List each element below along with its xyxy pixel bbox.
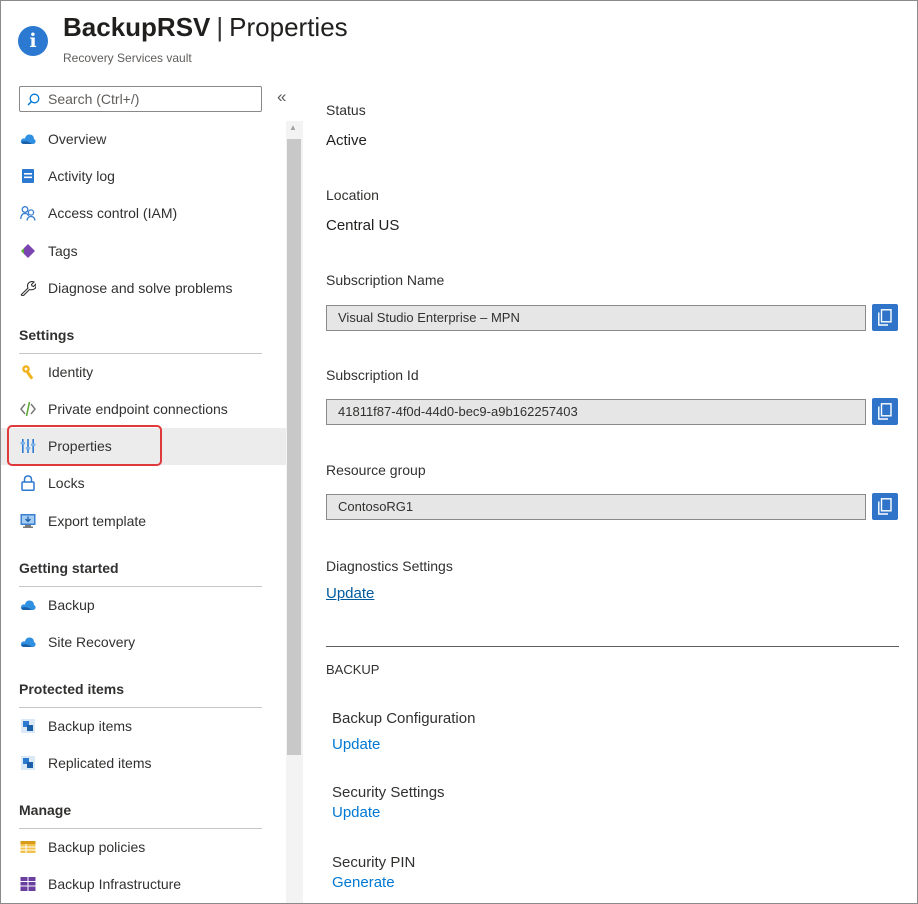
sidebar-item-tags[interactable]: Tags — [1, 233, 286, 270]
location-label: Location — [326, 187, 379, 203]
sidebar-item-backup-items[interactable]: Backup items — [1, 708, 286, 745]
status-value: Active — [326, 132, 367, 149]
section-divider — [326, 646, 899, 647]
replicated-items-icon — [21, 756, 35, 770]
subscription-id-value: 41811f87-4f0d-44d0-bec9-a9b162257403 — [338, 404, 578, 419]
sidebar-item-label: Private endpoint connections — [48, 401, 228, 417]
selected-item-highlight — [7, 425, 162, 466]
sidebar-item-backup-policies[interactable]: Backup policies — [1, 829, 286, 866]
security-settings-label: Security Settings — [332, 784, 445, 801]
security-pin-label: Security PIN — [332, 854, 416, 871]
sidebar-item-label: Identity — [48, 364, 94, 380]
sidebar-item-label: Backup items — [48, 718, 133, 734]
subscription-name-label: Subscription Name — [326, 272, 445, 288]
page-subtitle: Recovery Services vault — [63, 51, 192, 65]
copy-icon — [878, 309, 892, 326]
sidebar-item-label: Overview — [48, 131, 107, 147]
lock-icon — [21, 475, 35, 491]
info-icon: i — [18, 26, 48, 56]
sidebar-item-label: Replicated items — [48, 755, 152, 771]
sidebar-item-label: Tags — [48, 243, 78, 259]
sidebar-item-label: Locks — [48, 475, 85, 491]
sidebar-item-label: Access control (IAM) — [48, 205, 178, 221]
copy-subscription-name-button[interactable] — [872, 304, 898, 331]
identity-key-icon — [22, 365, 34, 380]
sidebar-item-locks[interactable]: Locks — [1, 465, 286, 502]
sidebar-item-site-recovery[interactable]: Site Recovery — [1, 624, 286, 661]
status-label: Status — [326, 102, 366, 118]
overview-icon — [20, 134, 36, 144]
sidebar-item-private-endpoint[interactable]: Private endpoint connections — [1, 391, 286, 428]
subscription-name-field[interactable]: Visual Studio Enterprise – MPN — [326, 305, 866, 331]
search-input[interactable]: Search (Ctrl+/) — [19, 86, 262, 112]
resource-group-field[interactable]: ContosoRG1 — [326, 494, 866, 520]
search-placeholder: Search (Ctrl+/) — [48, 91, 140, 107]
sidebar-item-backup[interactable]: Backup — [1, 587, 286, 624]
iam-icon — [20, 206, 36, 221]
sidebar-item-identity[interactable]: Identity — [1, 354, 286, 391]
copy-resource-group-button[interactable] — [872, 493, 898, 520]
sidebar-item-label: Backup — [48, 597, 95, 613]
sidebar-item-export-template[interactable]: Export template — [1, 503, 286, 540]
sidebar-item-activity-log[interactable]: Activity log — [1, 158, 286, 195]
sidebar-item-access-control[interactable]: Access control (IAM) — [1, 195, 286, 232]
activity-log-icon — [22, 169, 34, 183]
copy-icon — [878, 403, 892, 420]
export-template-icon — [20, 514, 36, 528]
subscription-id-field[interactable]: 41811f87-4f0d-44d0-bec9-a9b162257403 — [326, 399, 866, 425]
sidebar-item-label: Backup Infrastructure — [48, 876, 182, 892]
backup-configuration-label: Backup Configuration — [332, 710, 476, 727]
tag-icon — [21, 244, 35, 258]
page-title: BackupRSV | Properties — [63, 12, 348, 43]
sidebar-item-label: Export template — [48, 513, 147, 529]
resource-group-label: Resource group — [326, 462, 426, 478]
scroll-up-arrow-icon[interactable]: ▲ — [289, 123, 297, 132]
sidebar-item-label: Activity log — [48, 168, 115, 184]
resource-group-value: ContosoRG1 — [338, 499, 414, 514]
section-header-settings: Settings — [19, 327, 75, 343]
section-header-protected-items: Protected items — [19, 681, 125, 697]
resource-name: BackupRSV — [63, 12, 211, 42]
section-header-getting-started: Getting started — [19, 560, 119, 576]
sidebar-item-overview[interactable]: Overview — [1, 121, 286, 158]
blade-name: Properties — [229, 12, 348, 42]
section-header-manage: Manage — [19, 802, 72, 818]
security-settings-update-link[interactable]: Update — [332, 804, 380, 821]
title-separator: | — [216, 12, 224, 42]
subscription-name-value: Visual Studio Enterprise – MPN — [338, 310, 520, 325]
copy-subscription-id-button[interactable] — [872, 398, 898, 425]
backup-infrastructure-icon — [20, 877, 36, 891]
wrench-icon — [20, 281, 36, 296]
collapse-sidebar-button[interactable]: « — [277, 87, 286, 107]
backup-items-icon — [21, 719, 35, 733]
search-icon — [27, 93, 40, 106]
location-value: Central US — [326, 217, 400, 234]
private-endpoint-icon — [20, 401, 36, 417]
sidebar-item-label: Diagnose and solve problems — [48, 280, 233, 296]
backup-configuration-update-link[interactable]: Update — [332, 736, 380, 753]
portal-window: i BackupRSV | Properties Recovery Services… — [0, 0, 918, 904]
sidebar-item-label: Site Recovery — [48, 634, 136, 650]
sidebar-scrollbar[interactable]: ▲ — [286, 121, 303, 903]
sidebar-item-backup-infrastructure[interactable]: Backup Infrastructure — [1, 866, 286, 903]
backup-policies-icon — [20, 841, 36, 853]
diagnostics-settings-label: Diagnostics Settings — [326, 558, 453, 574]
scroll-thumb[interactable] — [287, 139, 301, 755]
backup-section-header: BACKUP — [326, 662, 380, 677]
subscription-id-label: Subscription Id — [326, 367, 419, 383]
sidebar-item-label: Backup policies — [48, 839, 146, 855]
copy-icon — [878, 498, 892, 515]
backup-cloud-icon — [20, 600, 36, 610]
sidebar-item-diagnose[interactable]: Diagnose and solve problems — [1, 270, 286, 307]
diagnostics-update-link[interactable]: Update — [326, 585, 374, 602]
site-recovery-cloud-icon — [20, 637, 36, 647]
sidebar-item-replicated-items[interactable]: Replicated items — [1, 745, 286, 782]
security-pin-generate-link[interactable]: Generate — [332, 874, 395, 891]
